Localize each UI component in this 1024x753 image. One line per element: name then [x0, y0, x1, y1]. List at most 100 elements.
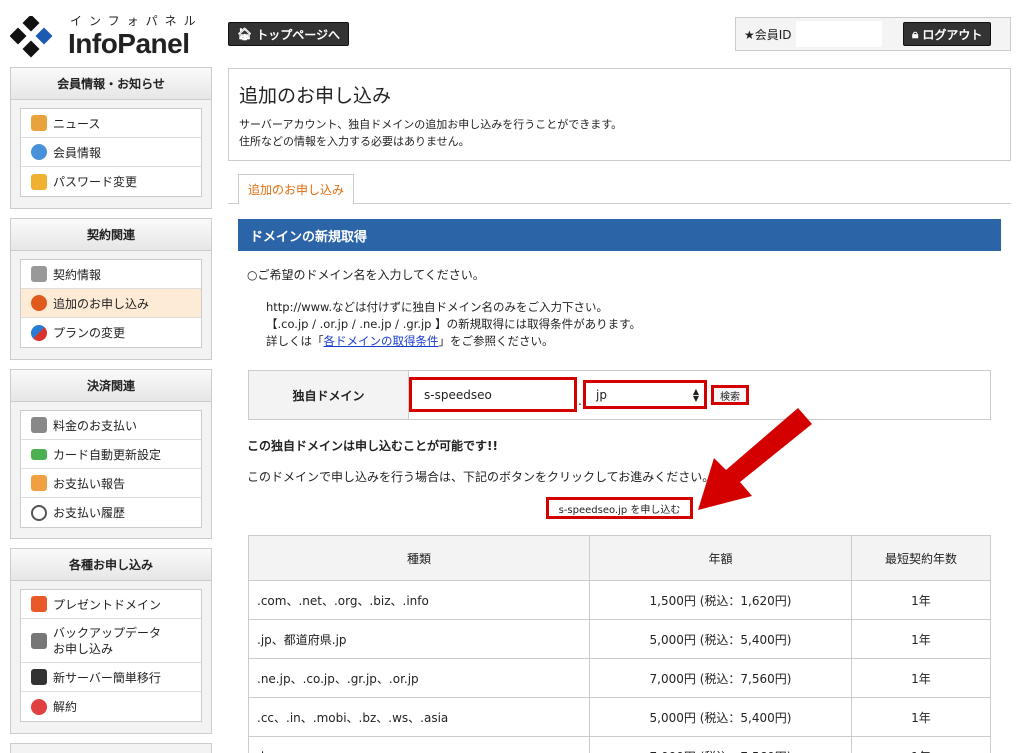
availability-message: この独自ドメインは申し込むことが可能です!!	[247, 439, 498, 453]
card-icon	[31, 448, 47, 460]
domain-name-input[interactable]: s-speedseo	[409, 377, 577, 412]
domain-label: 独自ドメイン	[249, 371, 409, 419]
contract-icon	[31, 266, 47, 282]
sidebar-section-applications: 各種お申し込み プレゼントドメイン バックアップデータ お申し込み 新サーバー簡単…	[10, 548, 212, 734]
price-table: 種類 年額 最短契約年数 .com、.net、.org、.biz、.info 1,…	[248, 535, 991, 753]
cell-type: .tv	[248, 736, 590, 753]
cell-price: 7,000円 (税込：7,560円)	[589, 658, 852, 698]
sidebar-item-label: 会員情報	[53, 145, 102, 160]
cell-price: 7,000円 (税込：7,560円)	[589, 736, 852, 753]
domain-conditions-link[interactable]: 各ドメインの取得条件	[324, 334, 439, 348]
sidebar-item-server-migration[interactable]: 新サーバー簡単移行	[21, 663, 201, 692]
cell-years: 1年	[851, 658, 991, 698]
sidebar-item-label: ニュース	[53, 116, 101, 131]
logo-kana: インフォパネル	[70, 14, 203, 28]
sidebar-section-next	[10, 743, 212, 753]
note-line-3: 詳しくは「各ドメインの取得条件」をご参照ください。	[266, 333, 641, 350]
sidebar-item-plan-change[interactable]: プランの変更	[21, 318, 201, 347]
note-post: 」をご参照ください。	[438, 334, 554, 348]
top-page-button[interactable]: 🏠︎ トップページへ	[228, 22, 349, 46]
sidebar-item-card-auto-renew[interactable]: カード自動更新設定	[21, 440, 201, 469]
top-page-label: トップページへ	[256, 27, 340, 42]
cell-price: 1,500円 (税込：1,620円)	[589, 580, 852, 620]
domain-dot: .	[578, 394, 582, 408]
note-line-2: 【.co.jp / .or.jp / .ne.jp / .gr.jp 】の新規取…	[266, 317, 641, 331]
clock-icon	[31, 504, 47, 521]
table-header-row: 種類 年額 最短契約年数	[248, 535, 991, 581]
sidebar-item-label: プレゼントドメイン	[53, 597, 162, 612]
sidebar-item-label: カード自動更新設定	[53, 447, 162, 462]
note-line-1: http://www.などは付けずに独自ドメイン名のみをご入力下さい。	[266, 300, 609, 314]
plus-circle-icon	[31, 295, 47, 311]
sidebar-item-label: 解約	[53, 700, 78, 714]
column-header-min-years: 最短契約年数	[851, 535, 991, 581]
sidebar-item-label: 料金のお支払い	[53, 418, 138, 433]
sidebar-item-cancellation[interactable]: 解約	[21, 692, 201, 721]
logout-label: ログアウト	[922, 27, 983, 42]
column-header-annual: 年額	[589, 535, 852, 581]
instruction-text: ○ご希望のドメイン名を入力してください。	[247, 268, 485, 282]
sidebar-item-password[interactable]: パスワード変更	[21, 167, 201, 196]
logout-button[interactable]: 🔒︎ ログアウト	[903, 22, 992, 46]
page-title: 追加のお申し込み	[239, 85, 392, 107]
report-icon	[31, 475, 47, 491]
intro-desc-2: 住所などの情報を入力する必要はありません。	[239, 135, 470, 148]
red-arrow-annotation	[698, 408, 812, 510]
intro-panel: 追加のお申し込み サーバーアカウント、独自ドメインの追加お申し込みを行うことがで…	[228, 68, 1011, 161]
tld-selected-value: jp	[596, 387, 607, 402]
intro-desc-1: サーバーアカウント、独自ドメインの追加お申し込みを行うことができます。	[239, 118, 623, 131]
lock-icon: 🔒︎	[912, 26, 919, 41]
table-row: .com、.net、.org、.biz、.info 1,500円 (税込：1,62…	[248, 580, 991, 620]
member-id-label: ★会員ID	[744, 27, 792, 42]
cell-type: .cc、.in、.mobi、.bz、.ws、.asia	[248, 697, 590, 737]
refresh-icon	[31, 324, 47, 341]
sidebar-section-member: 会員情報・お知らせ ニュース 会員情報 パスワード変更	[10, 67, 212, 209]
cell-years: 1年	[851, 580, 991, 620]
cell-type: .jp、都道府県.jp	[248, 619, 590, 659]
sidebar-item-additional-application[interactable]: 追加のお申し込み	[21, 289, 201, 318]
sidebar-item-present-domain[interactable]: プレゼントドメイン	[21, 590, 201, 619]
sidebar-item-label: パスワード変更	[53, 175, 138, 189]
sidebar-section-contract: 契約関連 契約情報 追加のお申し込み プランの変更	[10, 218, 212, 360]
sidebar-item-member-info[interactable]: 会員情報	[21, 138, 201, 167]
sidebar-item-news[interactable]: ニュース	[21, 109, 201, 138]
sidebar-item-backup-data[interactable]: バックアップデータ お申し込み	[21, 619, 201, 663]
sidebar-item-payment-history[interactable]: お支払い履歴	[21, 498, 201, 527]
sidebar-item-contract-info[interactable]: 契約情報	[21, 260, 201, 289]
news-icon	[31, 115, 47, 131]
diamond-logo-icon	[10, 16, 52, 58]
gift-icon	[31, 596, 47, 612]
sidebar-item-label: 追加のお申し込み	[53, 296, 150, 311]
cell-years: 1年	[851, 697, 991, 737]
cell-years: 1年	[851, 619, 991, 659]
tab-additional-application[interactable]: 追加のお申し込み	[238, 174, 354, 204]
sidebar-section-title: 契約関連	[11, 219, 211, 251]
sidebar-item-payment-report[interactable]: お支払い報告	[21, 469, 201, 498]
proceed-message: このドメインで申し込みを行う場合は、下記のボタンをクリックしてお進みください。	[247, 470, 715, 484]
sidebar-item-payment[interactable]: 料金のお支払い	[21, 411, 201, 440]
sidebar-item-label: プランの変更	[53, 326, 126, 340]
domain-notes: http://www.などは付けずに独自ドメイン名のみをご入力下さい。 【.co…	[266, 299, 641, 350]
table-row: .ne.jp、.co.jp、.gr.jp、.or.jp 7,000円 (税込：7,…	[248, 658, 991, 698]
sidebar-section-payment: 決済関連 料金のお支払い カード自動更新設定 お支払い報告 お支払い履歴	[10, 369, 212, 539]
table-row: .jp、都道府県.jp 5,000円 (税込：5,400円) 1年	[248, 619, 991, 659]
cell-price: 5,000円 (税込：5,400円)	[589, 619, 852, 659]
user-icon	[31, 144, 47, 160]
column-header-type: 種類	[248, 535, 590, 581]
table-row: .cc、.in、.mobi、.bz、.ws、.asia 5,000円 (税込：5,…	[248, 697, 991, 737]
sidebar-section-title: 決済関連	[11, 370, 211, 402]
cancel-icon	[31, 698, 47, 715]
cell-type: .com、.net、.org、.biz、.info	[248, 580, 590, 620]
sidebar-item-label: 新サーバー簡単移行	[53, 670, 161, 685]
infopanel-logo[interactable]: インフォパネル InfoPanel	[10, 10, 220, 60]
server-icon	[31, 669, 47, 685]
sidebar-item-label-2: お申し込み	[53, 641, 114, 656]
cell-type: .ne.jp、.co.jp、.gr.jp、.or.jp	[248, 658, 590, 698]
apply-domain-button[interactable]: s-speedseo.jp を申し込む	[546, 497, 693, 519]
lock-icon	[31, 173, 47, 190]
home-icon: 🏠︎	[237, 27, 253, 41]
sidebar-item-label: お支払い報告	[53, 476, 126, 491]
section-header-new-domain: ドメインの新規取得	[238, 219, 1001, 251]
backup-icon	[31, 632, 47, 649]
note-pre: 詳しくは「	[266, 334, 324, 348]
